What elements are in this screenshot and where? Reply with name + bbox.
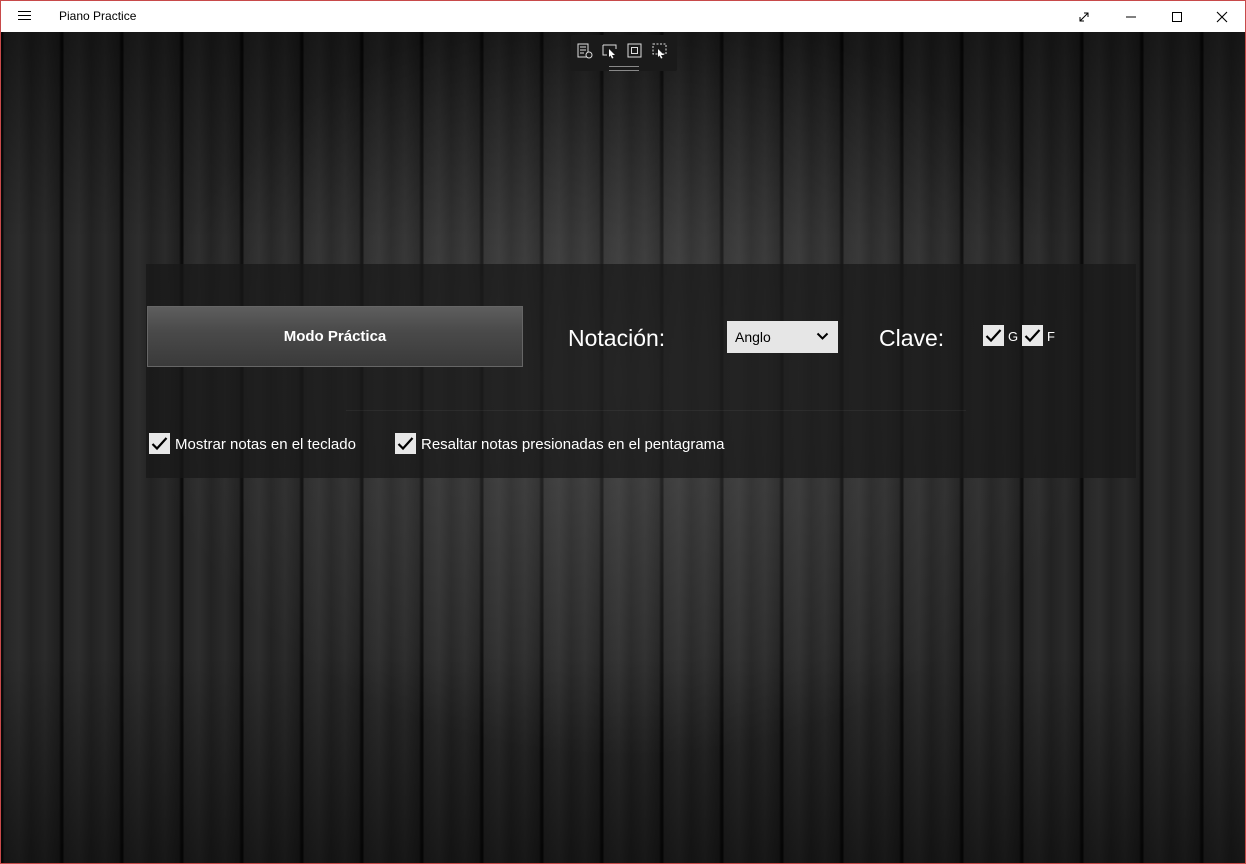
clef-f-checkbox[interactable]	[1022, 325, 1043, 346]
checkmark-icon	[397, 437, 414, 451]
display-layout-adorners-button[interactable]	[625, 41, 647, 61]
checkmark-icon	[151, 437, 168, 451]
show-notes-keyboard-checkbox[interactable]	[149, 433, 170, 454]
live-visual-tree-icon	[577, 43, 593, 59]
highlight-pressed-notes-checkbox[interactable]	[395, 433, 416, 454]
checkmark-icon	[1024, 329, 1041, 343]
show-notes-keyboard-label: Mostrar notas en el teclado	[175, 436, 356, 453]
expand-icon	[1079, 12, 1089, 22]
display-layout-adorners-icon	[627, 43, 642, 58]
expand-button[interactable]	[1061, 1, 1107, 32]
divider	[346, 410, 966, 411]
live-visual-tree-button[interactable]	[575, 41, 597, 61]
debug-toolbar-grip[interactable]	[609, 66, 639, 71]
select-element-button[interactable]	[600, 41, 622, 61]
app-window: Piano Practice Modo Práctica Notación: A…	[0, 0, 1246, 864]
select-element-icon	[602, 44, 617, 59]
window-title: Piano Practice	[59, 9, 137, 23]
clef-label: Clave:	[879, 325, 945, 351]
minimize-button[interactable]	[1108, 1, 1154, 32]
track-focused-element-button[interactable]	[650, 41, 672, 61]
practice-mode-button[interactable]: Modo Práctica	[147, 306, 523, 367]
debug-toolbar	[571, 35, 677, 71]
chevron-down-icon	[816, 332, 829, 340]
title-bar: Piano Practice	[1, 1, 1245, 32]
clef-g-label: G	[1008, 329, 1019, 344]
maximize-button[interactable]	[1154, 1, 1200, 32]
clef-g-checkbox[interactable]	[983, 325, 1004, 346]
notation-select[interactable]: Anglo	[727, 321, 838, 353]
settings-panel: Modo Práctica Notación: Anglo Clave: G F…	[146, 264, 1136, 478]
wood-background: Modo Práctica Notación: Anglo Clave: G F…	[1, 32, 1245, 863]
clef-f-label: F	[1047, 329, 1055, 344]
maximize-icon	[1172, 12, 1182, 22]
notation-selected-value: Anglo	[735, 329, 771, 345]
close-icon	[1216, 11, 1228, 23]
notation-label: Notación:	[568, 325, 666, 351]
close-button[interactable]	[1199, 1, 1245, 32]
checkmark-icon	[985, 329, 1002, 343]
highlight-pressed-notes-label: Resaltar notas presionadas en el pentagr…	[421, 436, 725, 453]
track-focused-element-icon	[652, 43, 667, 59]
minimize-icon	[1126, 16, 1136, 18]
hamburger-menu-icon[interactable]	[13, 5, 37, 27]
